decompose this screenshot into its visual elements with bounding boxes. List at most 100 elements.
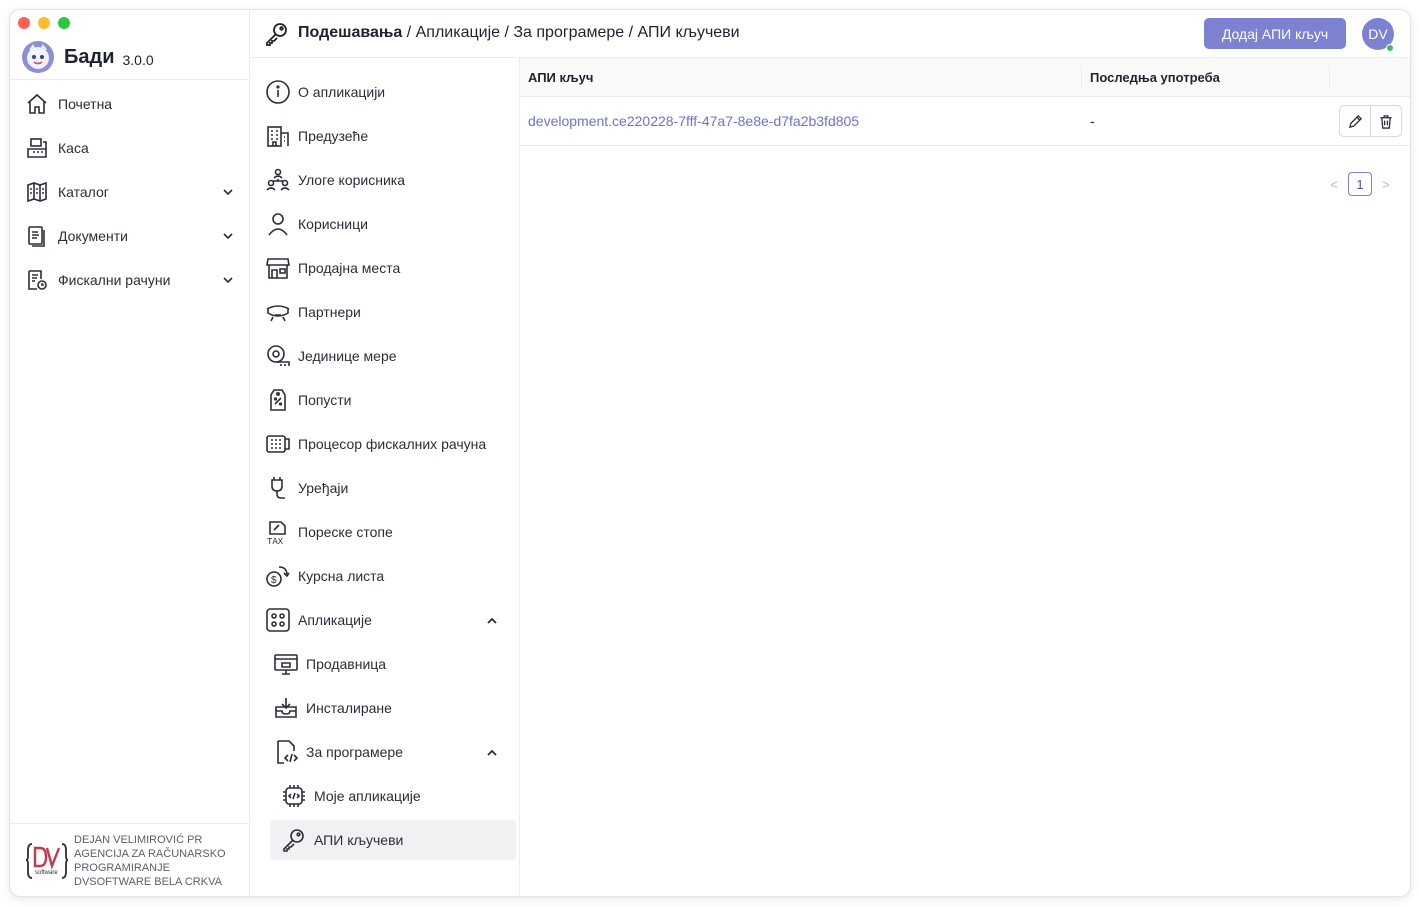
sidebar-item-catalog[interactable]: Каталог bbox=[24, 176, 234, 208]
settings-item-label: Пореске стопе bbox=[298, 524, 393, 540]
settings-item-users[interactable]: Корисници bbox=[264, 204, 504, 244]
key-icon bbox=[280, 826, 308, 854]
building-icon bbox=[264, 122, 292, 150]
settings-item-units-of-measure[interactable]: Јединице мере bbox=[264, 336, 504, 376]
page-number-button[interactable]: 1 bbox=[1348, 172, 1372, 196]
breadcrumb: Подешавања / Апликације / За програмере … bbox=[298, 24, 740, 42]
key-icon bbox=[264, 21, 290, 52]
settings-item-label: О апликацији bbox=[298, 84, 386, 100]
trash-icon bbox=[1380, 114, 1392, 129]
sidebar-item-documents[interactable]: Документи bbox=[24, 220, 234, 252]
chevron-down-icon[interactable] bbox=[222, 273, 234, 289]
developer-icon bbox=[272, 738, 300, 766]
breadcrumb-root[interactable]: Подешавања bbox=[298, 24, 402, 41]
settings-item-devices[interactable]: Уређаји bbox=[264, 468, 504, 508]
svg-text:$: $ bbox=[271, 575, 277, 586]
settings-item-label: Партнери bbox=[298, 304, 361, 320]
api-keys-panel: АПИ кључ Последња употреба development.c… bbox=[520, 58, 1410, 896]
sidebar-item-label: Каса bbox=[58, 140, 89, 156]
company-line: PROGRAMIRANJE bbox=[74, 862, 170, 874]
settings-item-about[interactable]: О апликацији bbox=[264, 72, 504, 112]
row-actions bbox=[1339, 105, 1402, 137]
settings-item-label: Курсна листа bbox=[298, 568, 385, 584]
sidebar-item-home[interactable]: Почетна bbox=[24, 88, 234, 120]
company-line: DVSOFTWARE BELA CRKVA bbox=[74, 876, 222, 888]
settings-item-label: Инсталиране bbox=[306, 700, 392, 716]
chevron-down-icon[interactable] bbox=[222, 185, 234, 201]
settings-item-label: АПИ кључеви bbox=[314, 832, 404, 848]
settings-item-discounts[interactable]: Попусти bbox=[264, 380, 504, 420]
settings-item-label: Попусти bbox=[298, 392, 352, 408]
chevron-down-icon[interactable] bbox=[222, 229, 234, 245]
svg-text:TAX: TAX bbox=[267, 537, 284, 545]
cash-register-icon bbox=[24, 135, 50, 161]
company-info: DEJAN VELIMIROVIĆ PR AGENCIJA ZA RAČUNAR… bbox=[74, 833, 244, 889]
column-header-api-key[interactable]: АПИ кључ bbox=[528, 70, 593, 85]
dv-software-logo-icon: software bbox=[25, 838, 69, 882]
brand[interactable]: Бади 3.0.0 bbox=[22, 40, 154, 74]
settings-item-company[interactable]: Предузеће bbox=[264, 116, 504, 156]
settings-item-applications[interactable]: Апликације bbox=[264, 600, 498, 640]
settings-menu: О апликацији Предузеће Улоге корисника К… bbox=[250, 58, 520, 896]
settings-item-label: Продавница bbox=[306, 656, 387, 672]
sidebar-item-cash-register[interactable]: Каса bbox=[24, 132, 234, 164]
settings-item-label: Улоге корисника bbox=[298, 172, 405, 188]
settings-item-api-keys[interactable]: АПИ кључеви bbox=[270, 820, 516, 860]
settings-item-partners[interactable]: Партнери bbox=[264, 292, 504, 332]
delete-button[interactable] bbox=[1370, 106, 1401, 136]
prev-page-button[interactable]: < bbox=[1326, 177, 1342, 192]
sidebar-item-fiscal-receipts[interactable]: Фискални рачуни bbox=[24, 264, 234, 296]
settings-item-for-developers[interactable]: За програмере bbox=[272, 732, 498, 772]
column-header-last-used[interactable]: Последња употреба bbox=[1090, 70, 1220, 85]
user-roles-icon bbox=[264, 166, 292, 194]
info-icon bbox=[264, 78, 292, 106]
settings-item-app-store[interactable]: Продавница bbox=[272, 644, 504, 684]
settings-item-exchange-rates[interactable]: $ Курсна листа bbox=[264, 556, 504, 596]
fiscal-processor-icon bbox=[264, 430, 292, 458]
edit-button[interactable] bbox=[1340, 106, 1370, 136]
settings-item-label: Апликације bbox=[298, 612, 372, 628]
app-window: Бади 3.0.0 Почетна Каса Каталог Документ… bbox=[10, 10, 1410, 896]
home-icon bbox=[24, 91, 50, 117]
sidebar-item-label: Фискални рачуни bbox=[58, 272, 171, 288]
measure-tape-icon bbox=[264, 342, 292, 370]
settings-item-label: Моје апликације bbox=[314, 788, 421, 804]
api-key-link[interactable]: development.ce220228-7fff-47a7-8e8e-d7fa… bbox=[528, 113, 859, 129]
main-sidebar: Бади 3.0.0 Почетна Каса Каталог Документ… bbox=[10, 10, 250, 896]
chip-icon bbox=[280, 782, 308, 810]
breadcrumb-path: / Апликације / За програмере / АПИ кључе… bbox=[402, 24, 740, 41]
column-resizer[interactable] bbox=[1081, 66, 1082, 90]
settings-item-label: Уређаји bbox=[298, 480, 349, 496]
sidebar-item-label: Документи bbox=[58, 228, 128, 244]
last-used-value: - bbox=[1090, 113, 1095, 129]
fiscal-receipt-icon bbox=[24, 267, 50, 293]
settings-item-installed[interactable]: Инсталиране bbox=[272, 688, 504, 728]
divider bbox=[10, 79, 250, 80]
catalog-icon bbox=[24, 179, 50, 205]
company-line: DEJAN VELIMIROVIĆ PR bbox=[74, 834, 203, 846]
settings-item-label: Предузеће bbox=[298, 128, 369, 144]
exchange-rate-icon: $ bbox=[264, 562, 292, 590]
settings-item-label: Корисници bbox=[298, 216, 368, 232]
settings-item-user-roles[interactable]: Улоге корисника bbox=[264, 160, 504, 200]
online-status-indicator bbox=[1386, 44, 1394, 52]
app-name: Бади bbox=[64, 45, 115, 68]
svg-text:software: software bbox=[35, 870, 58, 876]
settings-item-fiscal-processor[interactable]: Процесор фискалних рачуна bbox=[264, 424, 504, 464]
settings-item-label: За програмере bbox=[306, 744, 403, 760]
chevron-up-icon[interactable] bbox=[486, 746, 498, 762]
settings-item-points-of-sale[interactable]: Продајна места bbox=[264, 248, 504, 288]
app-version: 3.0.0 bbox=[122, 51, 154, 68]
sidebar-item-label: Каталог bbox=[58, 184, 109, 200]
discount-tag-icon bbox=[264, 386, 292, 414]
add-api-key-button[interactable]: Додај АПИ кључ bbox=[1204, 18, 1346, 49]
next-page-button[interactable]: > bbox=[1378, 177, 1394, 192]
table-row: development.ce220228-7fff-47a7-8e8e-d7fa… bbox=[520, 97, 1410, 146]
partners-icon bbox=[264, 298, 292, 326]
settings-item-tax-rates[interactable]: TAX Пореске стопе bbox=[264, 512, 504, 552]
app-store-icon bbox=[272, 650, 300, 678]
column-resizer[interactable] bbox=[1329, 66, 1330, 90]
chevron-up-icon[interactable] bbox=[486, 614, 498, 630]
settings-item-label: Процесор фискалних рачуна bbox=[298, 436, 487, 452]
settings-item-my-apps[interactable]: Моје апликације bbox=[280, 776, 504, 816]
